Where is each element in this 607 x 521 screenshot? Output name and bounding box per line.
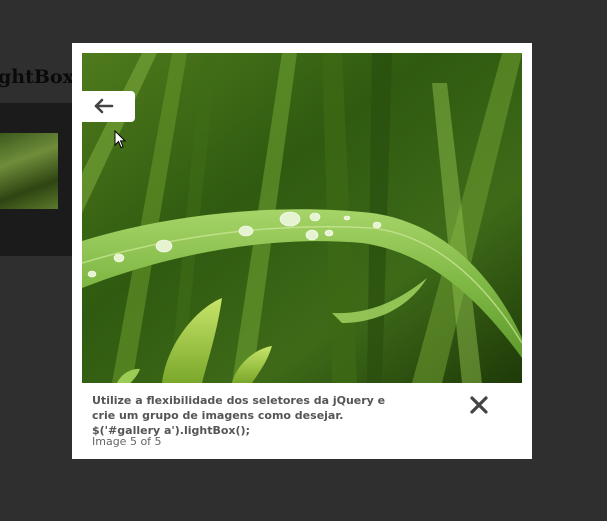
image-counter: Image 5 of 5 xyxy=(92,435,162,448)
arrow-left-icon xyxy=(94,98,114,114)
close-x-icon xyxy=(470,396,488,414)
close-button[interactable] xyxy=(468,394,490,416)
image-caption: Utilize a flexibilidade dos seletores da… xyxy=(92,394,386,437)
lightbox-container: Utilize a flexibilidade dos seletores da… xyxy=(72,43,532,459)
mouse-cursor-icon xyxy=(114,130,126,149)
lightbox-image[interactable] xyxy=(82,53,522,383)
gallery-strip xyxy=(0,103,78,256)
previous-button[interactable] xyxy=(82,91,135,122)
gallery-thumbnail[interactable] xyxy=(0,133,58,209)
